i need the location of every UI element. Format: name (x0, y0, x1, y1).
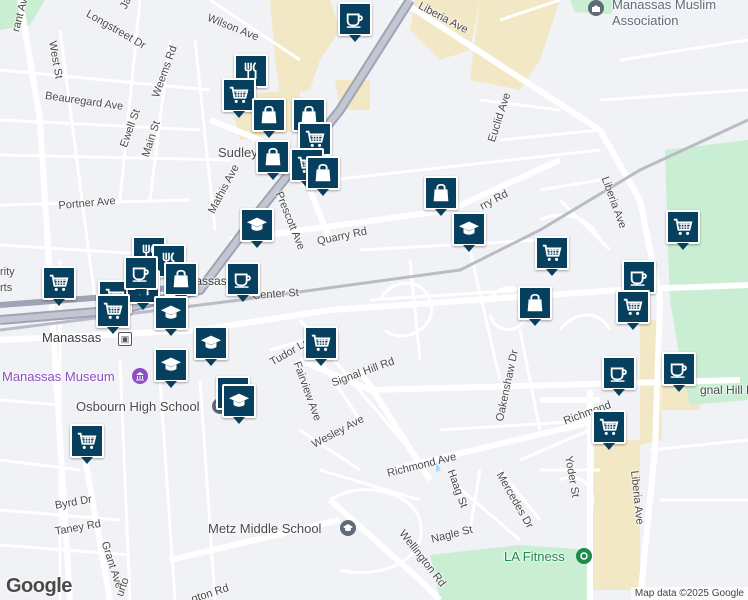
street-label: gnal Hill R (700, 383, 748, 397)
map-attribution[interactable]: Map data ©2025 Google (630, 587, 748, 600)
fitness-pin-icon[interactable] (576, 548, 592, 564)
place-label-manassas: Manassas (42, 330, 102, 345)
shopping-bag-icon (170, 268, 192, 290)
museum-pin-icon[interactable] (132, 368, 148, 384)
cafe-icon (608, 362, 630, 384)
grocery-cart-icon (228, 84, 250, 106)
map-marker-cafe[interactable] (602, 356, 636, 396)
place-label-manassas-museum[interactable]: Manassas Museum (2, 369, 115, 384)
grocery-cart-icon (48, 272, 70, 294)
shopping-bag-icon (258, 104, 280, 126)
grocery-cart-icon (76, 430, 98, 452)
place-label-la-fitness[interactable]: LA Fitness (504, 549, 565, 564)
grocery-cart-icon (622, 296, 644, 318)
map-marker-grocery-cart[interactable] (222, 78, 256, 118)
map-marker-school-cap[interactable] (452, 212, 486, 252)
map-marker-school-cap[interactable] (154, 296, 188, 336)
map-marker-grocery-cart[interactable] (70, 424, 104, 464)
map-marker-grocery-cart[interactable] (304, 326, 338, 366)
street-label: rity (0, 266, 15, 278)
map-marker-grocery-cart[interactable] (42, 266, 76, 306)
street-label: Sudley (218, 145, 258, 160)
muslim-association-line1: Manassas Muslim (612, 0, 717, 12)
place-label-osbourn-high-school[interactable]: Osbourn High School (76, 399, 200, 414)
map-marker-cafe[interactable] (124, 256, 158, 296)
place-label-muslim-association[interactable]: Manassas Muslim Association (612, 0, 716, 29)
shopping-bag-icon (262, 146, 284, 168)
map-marker-school-cap[interactable] (154, 348, 188, 388)
school-cap-icon (160, 354, 182, 376)
grocery-cart-icon (598, 416, 620, 438)
school-cap-icon (200, 332, 222, 354)
map-marker-shopping-bag[interactable] (306, 156, 340, 196)
school-cap-icon (160, 302, 182, 324)
google-logo: Google (6, 575, 72, 598)
mosque-pin-icon[interactable] (588, 0, 604, 16)
grocery-cart-icon (310, 332, 332, 354)
shopping-bag-icon (524, 292, 546, 314)
map-marker-school-cap[interactable] (240, 208, 274, 248)
map-marker-shopping-bag[interactable] (164, 262, 198, 302)
map-marker-shopping-bag[interactable] (256, 140, 290, 180)
map-marker-school-cap[interactable] (222, 384, 256, 424)
google-logo-text: Google (6, 575, 72, 597)
map-marker-grocery-cart[interactable] (616, 290, 650, 330)
map-marker-shopping-bag[interactable] (518, 286, 552, 326)
school-cap-icon (458, 218, 480, 240)
map-marker-shopping-bag[interactable] (424, 176, 458, 216)
grocery-cart-icon (102, 300, 124, 322)
map-marker-grocery-cart[interactable] (535, 236, 569, 276)
cafe-icon (628, 266, 650, 288)
map-marker-grocery-cart[interactable] (592, 410, 626, 450)
shopping-bag-icon (430, 182, 452, 204)
cafe-icon (668, 358, 690, 380)
map-marker-school-cap[interactable] (194, 326, 228, 366)
street-label: rts (0, 282, 13, 294)
shopping-bag-icon (312, 162, 334, 184)
map-marker-cafe[interactable] (622, 260, 656, 300)
school-cap-icon (246, 214, 268, 236)
grocery-cart-icon (672, 216, 694, 238)
map-marker-cafe[interactable] (662, 352, 696, 392)
map-marker-grocery-cart[interactable] (666, 210, 700, 250)
map-marker-shopping-bag[interactable] (252, 98, 286, 138)
train-station-icon: ▣ (118, 332, 132, 346)
school-pin-icon[interactable] (340, 520, 356, 536)
map-marker-cafe[interactable] (226, 262, 260, 302)
school-cap-icon (228, 390, 250, 412)
cafe-icon (232, 268, 254, 290)
grocery-cart-icon (304, 128, 326, 150)
map-marker-cafe[interactable] (338, 2, 372, 42)
cafe-icon (344, 8, 366, 30)
place-label-metz-middle-school[interactable]: Metz Middle School (208, 521, 321, 536)
map-canvas[interactable]: Liberia Ave Wilson Ave Longstreet Dr Jac… (0, 0, 748, 600)
map-marker-grocery-cart[interactable] (96, 294, 130, 334)
muslim-association-line2: Association (612, 13, 679, 28)
cafe-icon (130, 262, 152, 284)
grocery-cart-icon (541, 242, 563, 264)
